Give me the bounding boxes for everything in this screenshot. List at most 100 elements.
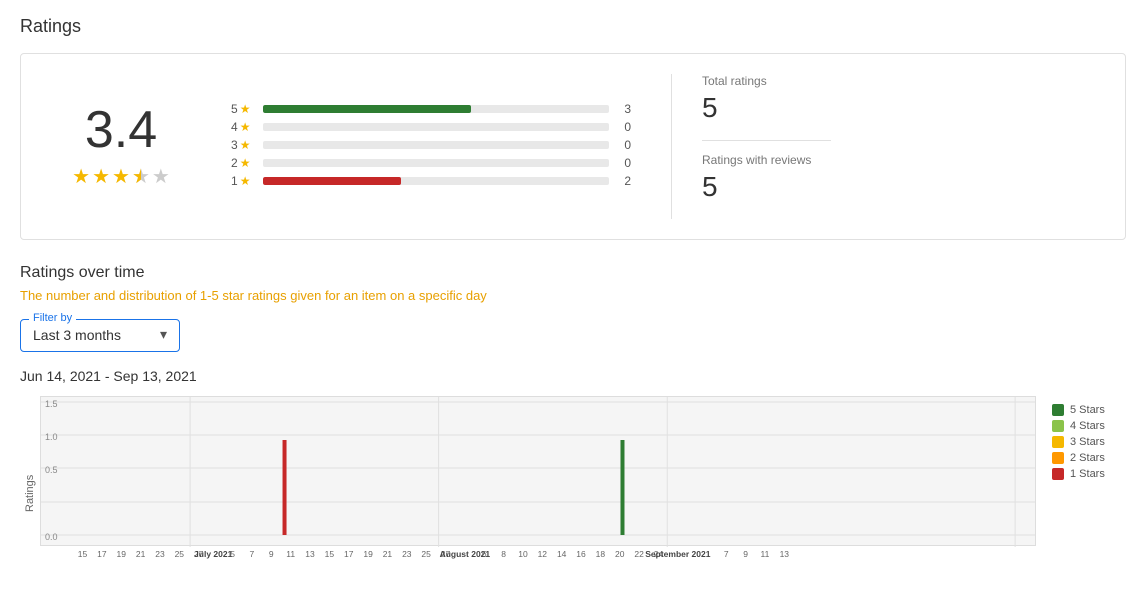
star-5: ★ — [152, 164, 170, 189]
stars-display: ★ ★ ★ ★ ★ — [51, 164, 191, 189]
svg-text:0.0: 0.0 — [45, 532, 58, 542]
legend-color-3stars — [1052, 436, 1064, 448]
x-axis-svg: 15 17 19 21 23 25 27 July 2021 5 7 9 11 — [68, 546, 1036, 590]
legend-color-2stars — [1052, 452, 1064, 464]
filter-select-row: Last 3 months ▾ — [33, 326, 167, 343]
svg-text:20: 20 — [615, 549, 625, 559]
total-ratings-label: Total ratings — [702, 74, 831, 88]
star-2: ★ — [92, 164, 110, 189]
svg-text:25: 25 — [421, 549, 431, 559]
x-axis: 15 17 19 21 23 25 27 July 2021 5 7 9 11 — [68, 546, 1036, 590]
svg-text:23: 23 — [402, 549, 412, 559]
svg-text:9: 9 — [743, 549, 748, 559]
bar-fill-1 — [263, 177, 401, 185]
star-4: ★ — [132, 164, 150, 189]
ratings-stats: Total ratings 5 Ratings with reviews 5 — [671, 74, 831, 219]
svg-text:15: 15 — [78, 549, 88, 559]
star-1: ★ — [72, 164, 90, 189]
bar-track-3 — [263, 141, 609, 149]
svg-text:16: 16 — [576, 549, 586, 559]
bar-track-4 — [263, 123, 609, 131]
svg-text:11: 11 — [286, 549, 295, 559]
svg-text:1.5: 1.5 — [45, 399, 58, 409]
svg-text:14: 14 — [557, 549, 567, 559]
chevron-down-icon: ▾ — [160, 326, 167, 343]
total-ratings-stat: Total ratings 5 — [702, 74, 831, 124]
svg-text:8: 8 — [501, 549, 506, 559]
bar-track-2 — [263, 159, 609, 167]
bar-row-3: 3★ 0 — [231, 138, 631, 152]
legend-label-3stars: 3 Stars — [1070, 436, 1105, 448]
rating-bars: 5★ 3 4★ 0 3★ — [231, 102, 631, 192]
bar-row-1: 1★ 2 — [231, 174, 631, 188]
svg-text:7: 7 — [724, 549, 729, 559]
svg-text:0.5: 0.5 — [45, 465, 58, 475]
svg-text:17: 17 — [344, 549, 354, 559]
reviews-stat: Ratings with reviews 5 — [702, 153, 831, 203]
svg-text:13: 13 — [780, 549, 790, 559]
legend-1star: 1 Stars — [1052, 468, 1126, 480]
svg-text:25: 25 — [175, 549, 185, 559]
legend-2stars: 2 Stars — [1052, 452, 1126, 464]
legend-label-2stars: 2 Stars — [1070, 452, 1105, 464]
filter-dropdown[interactable]: Filter by Last 3 months ▾ — [20, 319, 180, 352]
average-rating-number: 3.4 — [51, 104, 191, 156]
reviews-label: Ratings with reviews — [702, 153, 831, 167]
svg-text:10: 10 — [518, 549, 528, 559]
ratings-over-time-section: Ratings over time The number and distrib… — [20, 264, 1126, 590]
legend-color-1star — [1052, 468, 1064, 480]
total-ratings-value: 5 — [702, 92, 831, 124]
legend-3stars: 3 Stars — [1052, 436, 1126, 448]
bar-count-3: 0 — [617, 138, 631, 152]
svg-text:7: 7 — [250, 549, 255, 559]
svg-text:21: 21 — [136, 549, 146, 559]
reviews-value: 5 — [702, 171, 831, 203]
svg-text:July 2021: July 2021 — [194, 549, 233, 559]
bar-label-2: 2★ — [231, 156, 255, 170]
chart-bar-red — [283, 440, 287, 535]
over-time-title: Ratings over time — [20, 264, 1126, 282]
bar-label-5: 5★ — [231, 102, 255, 116]
average-rating-section: 3.4 ★ ★ ★ ★ ★ — [51, 104, 191, 189]
legend-5stars: 5 Stars — [1052, 404, 1126, 416]
svg-text:1.0: 1.0 — [45, 432, 58, 442]
chart-legend: 5 Stars 4 Stars 3 Stars 2 Stars 1 Stars — [1036, 396, 1126, 590]
date-range: Jun 14, 2021 - Sep 13, 2021 — [20, 368, 1126, 384]
svg-text:22: 22 — [634, 549, 644, 559]
svg-text:15: 15 — [325, 549, 335, 559]
svg-text:5: 5 — [230, 549, 235, 559]
legend-label-1star: 1 Stars — [1070, 468, 1105, 480]
svg-text:19: 19 — [117, 549, 127, 559]
ratings-card: 3.4 ★ ★ ★ ★ ★ 5★ 3 4★ — [20, 53, 1126, 240]
bar-count-5: 3 — [617, 102, 631, 116]
svg-text:18: 18 — [596, 549, 606, 559]
bar-track-1 — [263, 177, 609, 185]
svg-text:6: 6 — [482, 549, 487, 559]
star-3: ★ — [112, 164, 130, 189]
chart-bar-green — [620, 440, 624, 535]
svg-text:19: 19 — [363, 549, 373, 559]
bar-label-3: 3★ — [231, 138, 255, 152]
svg-text:13: 13 — [305, 549, 315, 559]
legend-4stars: 4 Stars — [1052, 420, 1126, 432]
svg-text:21: 21 — [383, 549, 393, 559]
bar-fill-5 — [263, 105, 471, 113]
chart-grid: 1.5 1.0 0.5 0.0 — [40, 396, 1036, 546]
chart-area: Ratings 1.5 1.0 0.5 0.0 — [20, 396, 1126, 590]
legend-color-5stars — [1052, 404, 1064, 416]
bar-count-4: 0 — [617, 120, 631, 134]
legend-label-5stars: 5 Stars — [1070, 404, 1105, 416]
bar-count-2: 0 — [617, 156, 631, 170]
page-title: Ratings — [20, 16, 1126, 37]
bar-row-4: 4★ 0 — [231, 120, 631, 134]
y-axis-label: Ratings — [20, 396, 40, 590]
filter-value: Last 3 months — [33, 327, 121, 343]
bar-count-1: 2 — [617, 174, 631, 188]
chart-svg: 1.5 1.0 0.5 0.0 — [41, 397, 1035, 547]
bar-row-5: 5★ 3 — [231, 102, 631, 116]
svg-text:23: 23 — [155, 549, 165, 559]
filter-legend: Filter by — [29, 312, 76, 324]
bar-label-4: 4★ — [231, 120, 255, 134]
svg-text:9: 9 — [269, 549, 274, 559]
over-time-desc: The number and distribution of 1-5 star … — [20, 288, 1126, 303]
